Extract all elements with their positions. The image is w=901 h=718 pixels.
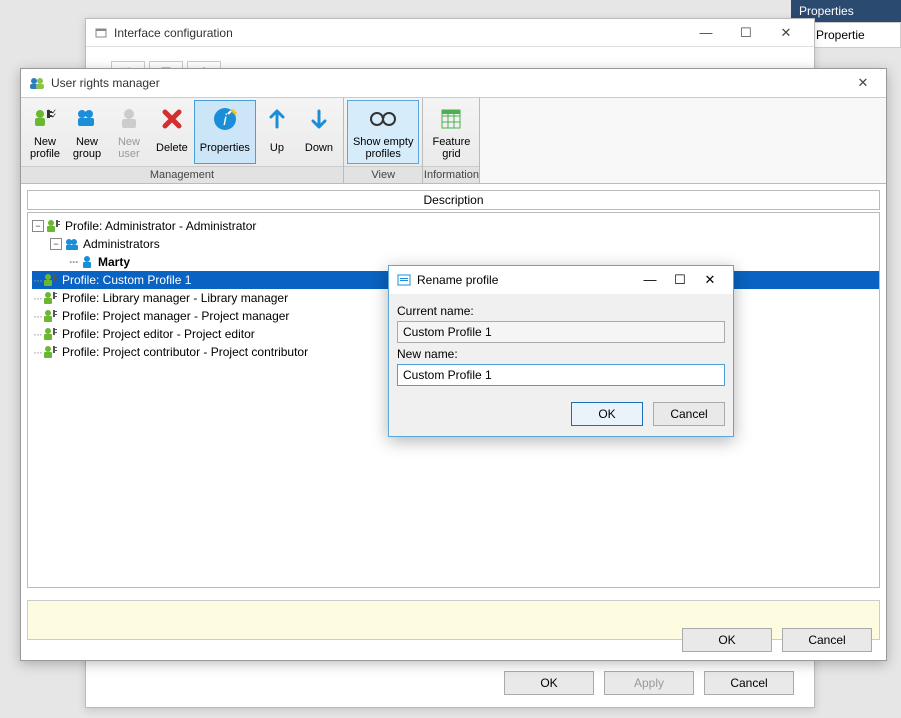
tree-node-label: Profile: Library manager - Library manag… xyxy=(62,291,288,305)
dialog-titlebar: Rename profile — ☐ ✕ xyxy=(389,266,733,294)
feature-grid-button[interactable]: Featuregrid xyxy=(426,100,476,164)
current-name-label: Current name: xyxy=(397,304,725,318)
tree-node-label: Profile: Administrator - Administrator xyxy=(65,219,256,233)
dialog-icon xyxy=(397,274,411,286)
tree-connector: ··· xyxy=(69,255,78,269)
minimize-button[interactable]: — xyxy=(686,22,726,44)
new-group-button[interactable]: Newgroup xyxy=(66,100,108,164)
tree-row[interactable]: − Profile: Administrator - Administrator xyxy=(32,217,879,235)
urm-title-text: User rights manager xyxy=(51,76,160,90)
svg-text:i: i xyxy=(223,112,227,129)
tree-node-label: Administrators xyxy=(83,237,160,251)
maximize-button[interactable]: ☐ xyxy=(726,22,766,44)
close-button[interactable]: ✕ xyxy=(848,72,878,94)
dialog-cancel-button[interactable]: Cancel xyxy=(653,402,725,426)
up-button[interactable]: Up xyxy=(256,100,298,164)
tree-connector: ··· xyxy=(33,291,42,305)
dialog-close-button[interactable]: ✕ xyxy=(695,269,725,291)
window-icon xyxy=(94,26,108,40)
users-icon xyxy=(29,76,45,90)
close-button[interactable]: ✕ xyxy=(766,22,806,44)
iface-apply-button[interactable]: Apply xyxy=(604,671,694,695)
tree-expander[interactable]: − xyxy=(50,238,62,250)
tree-node-label: Profile: Project contributor - Project c… xyxy=(62,345,308,359)
tree-row[interactable]: − Administrators xyxy=(32,235,879,253)
urm-footer: OK Cancel xyxy=(682,628,872,652)
down-button[interactable]: Down xyxy=(298,100,340,164)
dialog-maximize-button[interactable]: ☐ xyxy=(665,269,695,291)
iface-titlebar: Interface configuration — ☐ ✕ xyxy=(86,19,814,47)
tree-node-label: Profile: Project editor - Project editor xyxy=(62,327,255,341)
iface-cancel-button[interactable]: Cancel xyxy=(704,671,794,695)
new-name-label: New name: xyxy=(397,347,725,361)
rename-profile-dialog: Rename profile — ☐ ✕ Current name: Custo… xyxy=(388,265,734,437)
delete-button[interactable]: Delete xyxy=(150,100,194,164)
profile-icon xyxy=(43,291,59,305)
profile-icon xyxy=(43,345,59,359)
tree-connector: ··· xyxy=(33,345,42,359)
description-header: Description xyxy=(27,190,880,210)
tree-node-label: Profile: Custom Profile 1 xyxy=(62,273,191,287)
dialog-minimize-button[interactable]: — xyxy=(635,269,665,291)
tree-expander[interactable]: − xyxy=(32,220,44,232)
tree-connector: ··· xyxy=(33,327,42,341)
svg-text:✓: ✓ xyxy=(51,113,57,120)
ribbon-group-management: ✓✓ Newprofile Newgroup Newuser Delete i xyxy=(21,98,344,183)
urm-cancel-button[interactable]: Cancel xyxy=(782,628,872,652)
ribbon-group-information: Featuregrid Information xyxy=(423,98,480,183)
new-user-button: Newuser xyxy=(108,100,150,164)
dialog-title-text: Rename profile xyxy=(417,273,498,287)
group-icon xyxy=(64,237,80,251)
urm-ok-button[interactable]: OK xyxy=(682,628,772,652)
ribbon-group-view: Show emptyprofiles View xyxy=(344,98,424,183)
show-empty-profiles-button[interactable]: Show emptyprofiles xyxy=(347,100,420,164)
user-icon xyxy=(79,255,95,269)
new-name-input[interactable] xyxy=(397,364,725,386)
dialog-ok-button[interactable]: OK xyxy=(571,402,643,426)
urm-titlebar: User rights manager ✕ xyxy=(21,69,886,97)
iface-footer: OK Apply Cancel xyxy=(504,671,794,695)
ribbon-group-label-management: Management xyxy=(21,166,343,183)
ribbon-group-label-view: View xyxy=(344,166,423,183)
profile-icon xyxy=(43,309,59,323)
new-profile-button[interactable]: ✓✓ Newprofile xyxy=(24,100,66,164)
tree-connector: ··· xyxy=(33,309,42,323)
profile-icon xyxy=(46,219,62,233)
iface-title-text: Interface configuration xyxy=(114,26,233,40)
tree-node-label: Marty xyxy=(98,255,130,269)
profile-icon xyxy=(43,327,59,341)
current-name-value: Custom Profile 1 xyxy=(397,321,725,343)
ribbon-toolbar: ✓✓ Newprofile Newgroup Newuser Delete i xyxy=(21,97,886,184)
tree-node-label: Profile: Project manager - Project manag… xyxy=(62,309,289,323)
properties-button[interactable]: i Properties xyxy=(194,100,256,164)
tree-connector: ··· xyxy=(33,273,42,287)
ribbon-group-label-information: Information xyxy=(423,166,479,183)
profile-icon xyxy=(43,273,59,287)
iface-ok-button[interactable]: OK xyxy=(504,671,594,695)
